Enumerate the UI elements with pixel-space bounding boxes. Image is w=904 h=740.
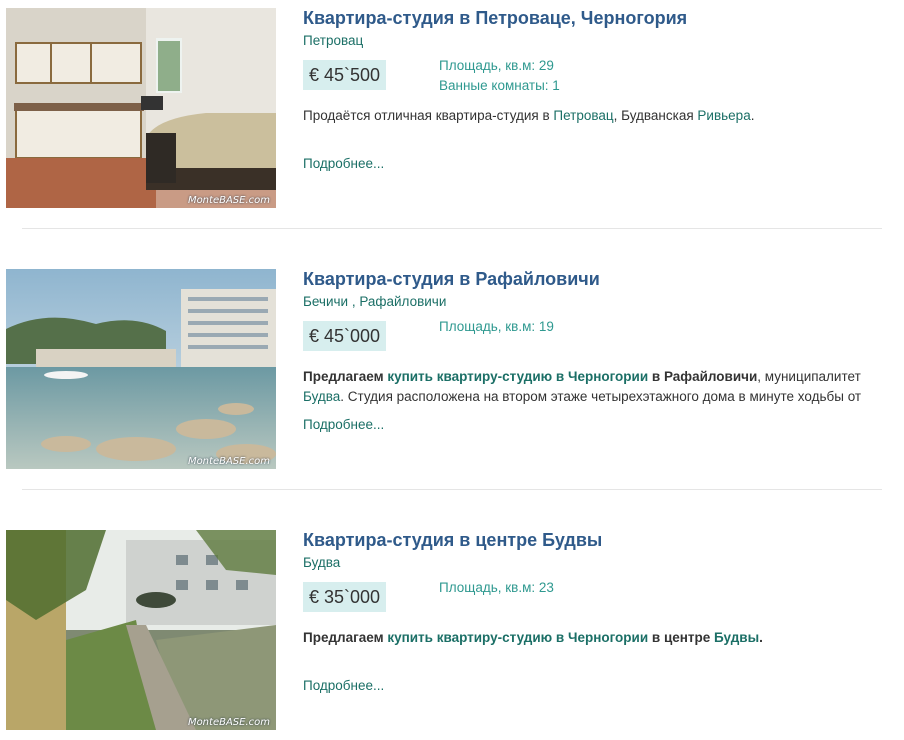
listing-description: Предлагаем купить квартиру-студию в Черн… xyxy=(303,367,883,407)
description-text: в Рафайловичи xyxy=(648,369,758,384)
description-link[interactable]: Петровац xyxy=(553,108,613,123)
listing-description: Предлагаем купить квартиру-студию в Черн… xyxy=(303,628,883,648)
listing-title-link[interactable]: Квартира-студия в центре Будвы xyxy=(303,530,602,551)
description-text: в центре xyxy=(648,630,715,645)
divider xyxy=(22,489,882,490)
price-badge: € 45`000 xyxy=(303,321,387,351)
description-text: Предлагаем xyxy=(303,630,388,645)
listing-photo[interactable]: MonteBASE.com xyxy=(6,269,276,469)
watermark: MonteBASE.com xyxy=(187,195,270,206)
listing-card: MonteBASE.com Квартира-студия в Петровац… xyxy=(0,8,904,218)
description-link[interactable]: Будва xyxy=(303,389,340,404)
more-link[interactable]: Подробнее... xyxy=(303,156,384,171)
price-badge: € 35`000 xyxy=(303,582,387,612)
description-text: Будванская xyxy=(621,108,694,123)
watermark: MonteBASE.com xyxy=(187,456,270,467)
yard-photo-icon xyxy=(6,530,276,730)
description-link[interactable]: купить квартиру-студию в Черногории xyxy=(387,630,648,645)
listing-title-link[interactable]: Квартира-студия в Рафайловичи xyxy=(303,269,600,290)
price-badge: € 45`500 xyxy=(303,60,387,90)
description-text: . xyxy=(750,108,755,123)
spec-bathrooms: Ванные комнаты: 1 xyxy=(439,78,560,93)
listing-card: MonteBASE.com Квартира-студия в Рафайлов… xyxy=(0,269,904,479)
listing-location: Будва xyxy=(303,555,341,570)
listing-photo[interactable]: MonteBASE.com xyxy=(6,530,276,730)
listing-location: Петровац xyxy=(303,33,364,48)
description-text: , муниципалитет xyxy=(757,369,861,384)
spec-area: Площадь, кв.м: 19 xyxy=(439,319,554,334)
kitchen-photo-icon xyxy=(6,8,276,208)
listing-title-link[interactable]: Квартира-студия в Петроваце, Черногория xyxy=(303,8,687,29)
listing-specs: Площадь, кв.м: 29 Ванные комнаты: 1 xyxy=(439,56,560,96)
description-link[interactable]: купить квартиру-студию в Черногории xyxy=(387,369,648,384)
description-text: Предлагаем xyxy=(303,369,388,384)
description-link[interactable]: Ривьера xyxy=(697,108,750,123)
beach-photo-icon xyxy=(6,269,276,469)
listing-specs: Площадь, кв.м: 23 xyxy=(439,578,554,598)
description-link[interactable]: Будвы xyxy=(714,630,759,645)
spec-area: Площадь, кв.м: 23 xyxy=(439,580,554,595)
description-text: . xyxy=(759,630,763,645)
listing-description: Продаётся отличная квартира-студия в Пет… xyxy=(303,106,883,126)
more-link[interactable]: Подробнее... xyxy=(303,678,384,693)
more-link[interactable]: Подробнее... xyxy=(303,417,384,432)
listing-card: MonteBASE.com Квартира-студия в центре Б… xyxy=(0,530,904,740)
description-text: Продаётся отличная квартира-студия в xyxy=(303,108,554,123)
listing-specs: Площадь, кв.м: 19 xyxy=(439,317,554,337)
description-text: . Студия расположена на втором этаже чет… xyxy=(340,389,862,404)
spec-area: Площадь, кв.м: 29 xyxy=(439,58,554,73)
watermark: MonteBASE.com xyxy=(187,717,270,728)
listing-photo[interactable]: MonteBASE.com xyxy=(6,8,276,208)
listing-location: Бечичи , Рафайловичи xyxy=(303,294,447,309)
divider xyxy=(22,228,882,229)
